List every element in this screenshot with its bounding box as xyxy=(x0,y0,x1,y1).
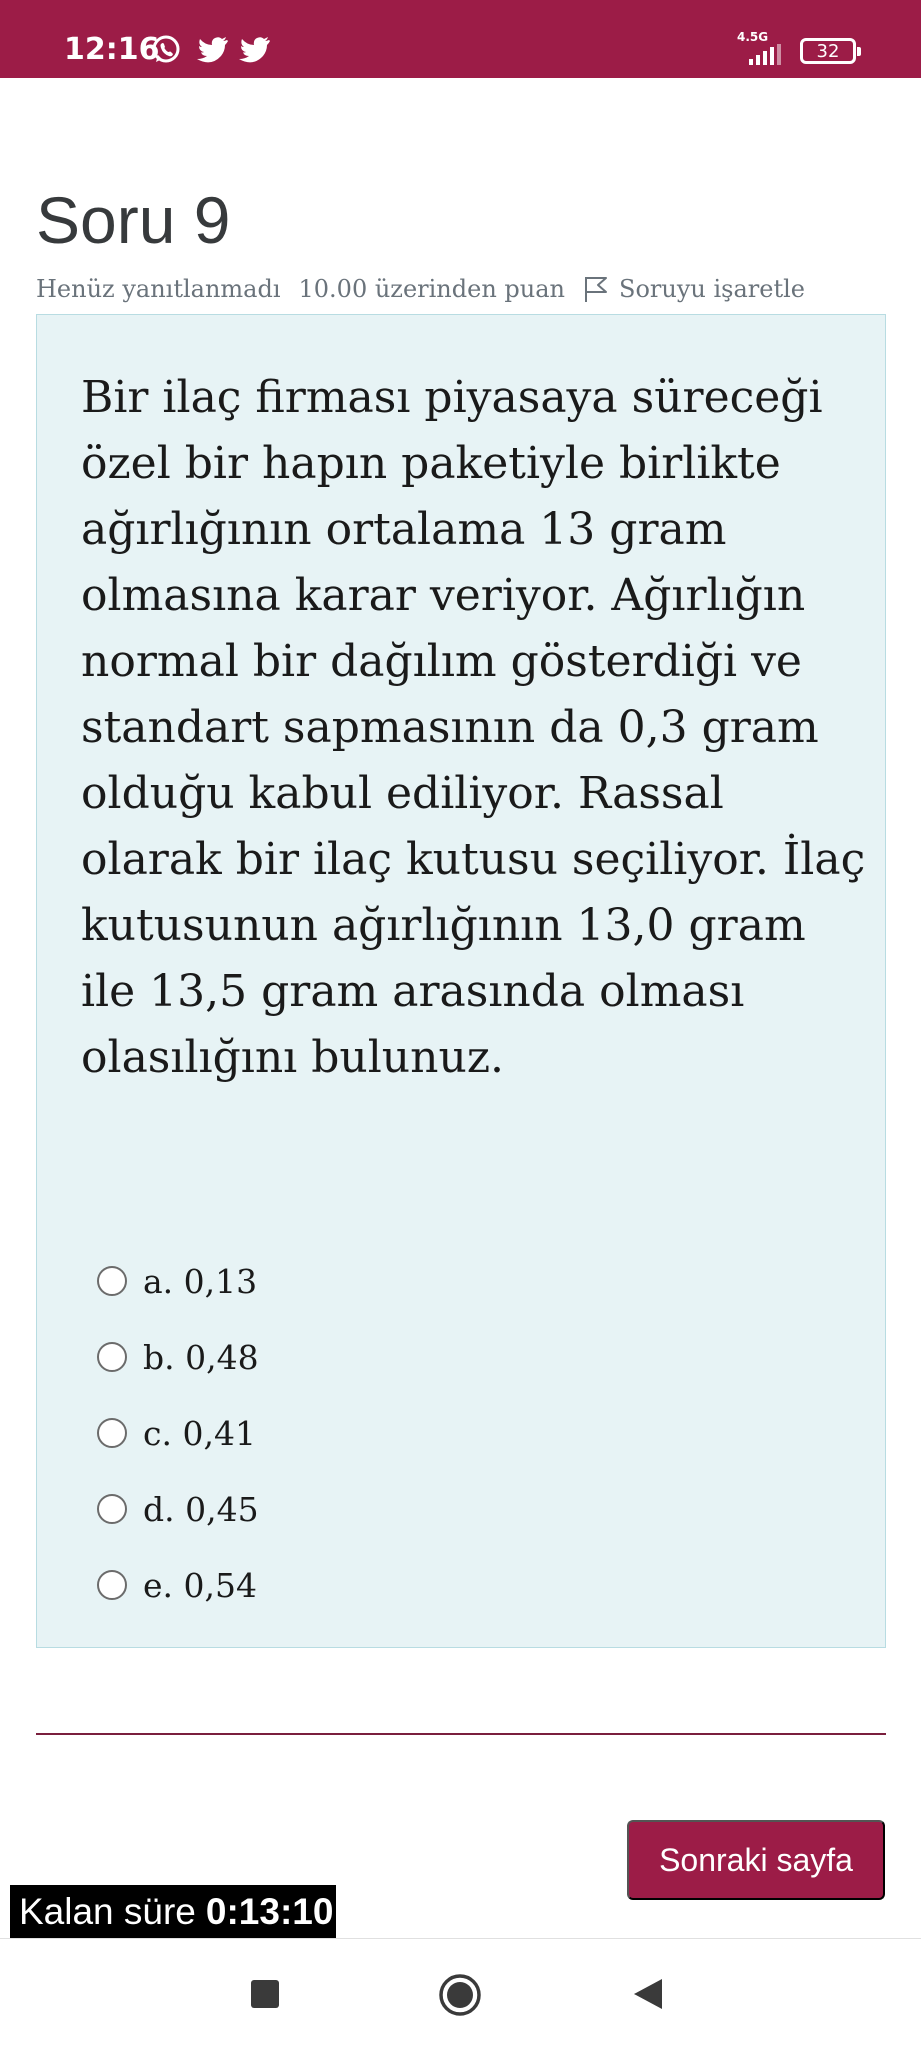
radio-button[interactable] xyxy=(97,1266,127,1296)
flag-question-link[interactable]: Soruyu işaretle xyxy=(583,275,805,303)
network-type: 4.5G xyxy=(737,30,769,44)
battery-level: 32 xyxy=(816,40,840,62)
answer-label: c. 0,41 xyxy=(143,1413,256,1453)
home-icon[interactable] xyxy=(438,1973,482,2017)
answer-label: e. 0,54 xyxy=(143,1565,257,1605)
question-title: Soru 9 xyxy=(36,183,231,257)
twitter-icon xyxy=(239,37,270,63)
answer-option-c[interactable]: c. 0,41 xyxy=(97,1395,259,1471)
battery-indicator: 32 xyxy=(800,38,861,64)
radio-button[interactable] xyxy=(97,1570,127,1600)
answer-option-b[interactable]: b. 0,48 xyxy=(97,1319,259,1395)
signal-icon xyxy=(749,44,781,65)
radio-button[interactable] xyxy=(97,1494,127,1524)
flag-question-label: Soruyu işaretle xyxy=(619,275,805,303)
question-info: Henüz yanıtlanmadı 10.00 üzerinden puan … xyxy=(36,275,805,303)
timer-label: Kalan süre xyxy=(19,1891,196,1932)
question-box: Bir ilaç firması piyasaya süreceği özel … xyxy=(36,314,886,1648)
twitter-icon xyxy=(197,37,228,63)
timer-value: 0:13:10 xyxy=(205,1891,334,1932)
answer-label: d. 0,45 xyxy=(143,1489,259,1529)
quiz-timer: Kalan süre 0:13:10 xyxy=(10,1885,336,1939)
whatsapp-icon xyxy=(152,35,180,63)
answer-option-a[interactable]: a. 0,13 xyxy=(97,1243,259,1319)
flag-icon xyxy=(585,277,607,302)
answer-list: a. 0,13 b. 0,48 c. 0,41 d. 0,45 e. 0,54 xyxy=(97,1243,259,1623)
question-grade: 10.00 üzerinden puan xyxy=(298,275,565,303)
next-page-button[interactable]: Sonraki sayfa xyxy=(627,1820,885,1900)
recents-icon[interactable] xyxy=(250,1979,280,2009)
answer-option-e[interactable]: e. 0,54 xyxy=(97,1547,259,1623)
clock: 12:16 xyxy=(64,32,160,67)
radio-button[interactable] xyxy=(97,1418,127,1448)
question-state: Henüz yanıtlanmadı xyxy=(36,275,281,303)
radio-button[interactable] xyxy=(97,1342,127,1372)
section-divider xyxy=(36,1733,886,1735)
question-text: Bir ilaç firması piyasaya süreceği özel … xyxy=(81,372,866,1083)
answer-label: b. 0,48 xyxy=(143,1337,259,1377)
back-icon[interactable] xyxy=(632,1977,664,2011)
answer-option-d[interactable]: d. 0,45 xyxy=(97,1471,259,1547)
signal-indicator: 4.5G xyxy=(735,30,787,66)
system-navigation-bar xyxy=(0,1938,921,2048)
status-bar: 12:16 4.5G 32 xyxy=(0,0,921,78)
answer-label: a. 0,13 xyxy=(143,1261,258,1301)
